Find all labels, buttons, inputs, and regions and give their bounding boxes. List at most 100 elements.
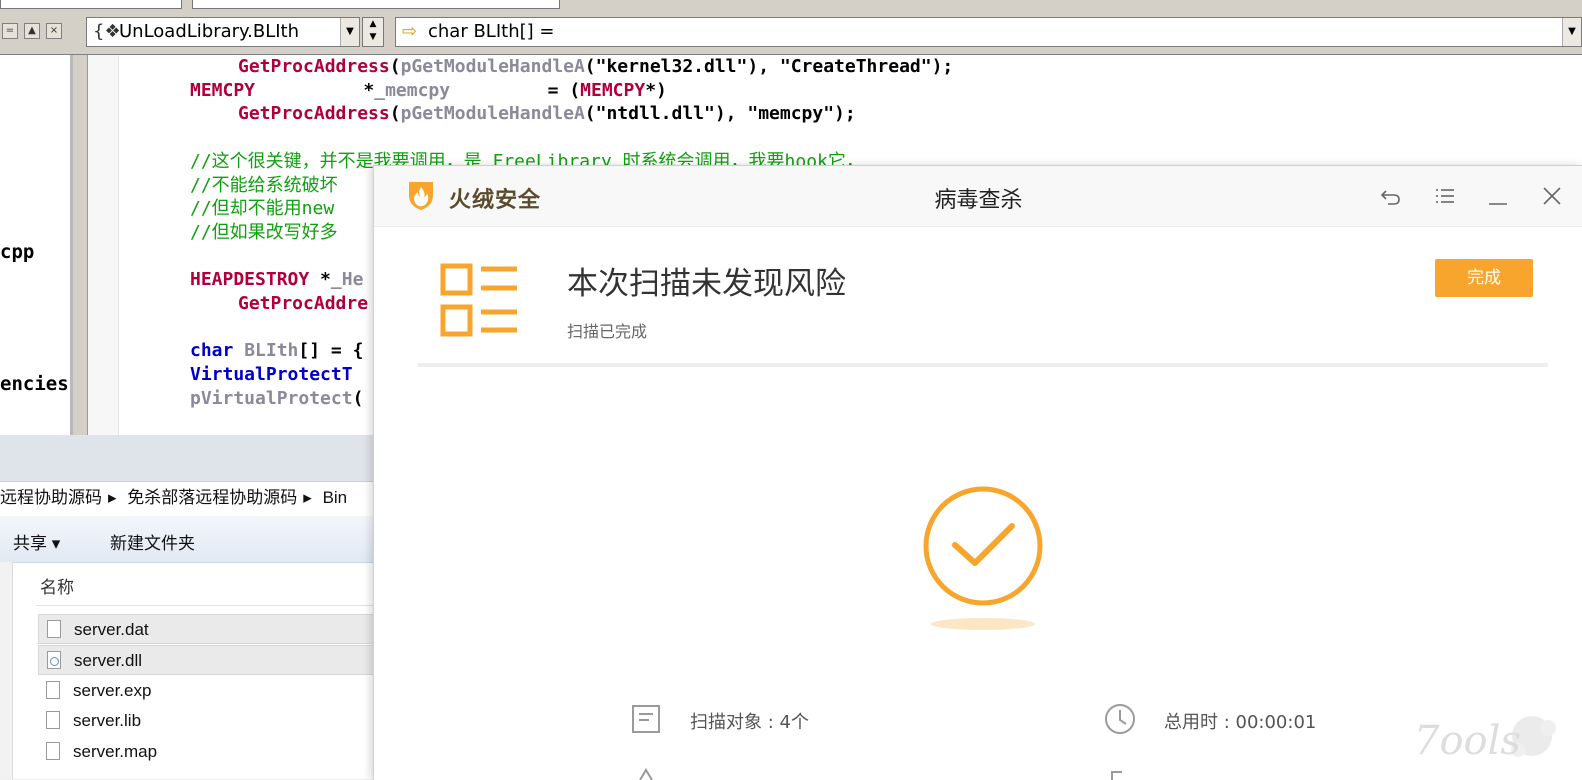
code-line[interactable]: //不能给系统破坏 xyxy=(190,175,338,197)
editor-gutter xyxy=(88,55,119,435)
code-line[interactable]: char BLIth[] = { xyxy=(190,340,363,362)
code-token: //但却不能用new xyxy=(190,198,335,220)
code-line[interactable]: GetProcAddress(pGetModuleHandleA("ntdll.… xyxy=(238,103,856,125)
code-line[interactable]: //但却不能用new xyxy=(190,198,334,220)
arrow-right-icon: ⇨ xyxy=(402,21,418,42)
code-token: VirtualProtectT xyxy=(190,364,353,386)
file-name: server.exp xyxy=(73,681,152,700)
file-row[interactable]: server.dll xyxy=(38,645,380,675)
chevron-down-icon[interactable]: ▼ xyxy=(340,18,359,46)
ide-combo-fragment xyxy=(0,0,182,9)
check-shadow xyxy=(931,618,1035,630)
file-icon xyxy=(47,620,61,638)
code-token: * xyxy=(255,79,375,101)
ide-workspace-panel: cpp encies xyxy=(0,55,73,435)
file-icon xyxy=(46,681,60,699)
code-token: * xyxy=(309,269,331,291)
code-token: //但如果改写好多 xyxy=(190,221,338,243)
code-token: pVirtualProtect xyxy=(190,387,353,409)
minimize-icon[interactable] xyxy=(1485,183,1511,209)
panel-restore-icon[interactable]: = xyxy=(2,23,18,39)
code-line[interactable]: pVirtualProtect( xyxy=(190,388,363,410)
chevron-right-icon: ▸ xyxy=(303,488,312,507)
stat-icon-partial xyxy=(1111,771,1122,780)
section-divider xyxy=(418,363,1548,367)
breadcrumb[interactable]: 远程协助源码 ▸ 免杀部落远程协助源码 ▸ Bin xyxy=(0,481,380,517)
code-token: ( xyxy=(389,103,401,125)
share-button[interactable]: 共享 ▾ xyxy=(13,529,60,554)
code-token: GetProcAddress xyxy=(238,103,390,125)
scope-combo-value: char BLIth[] = xyxy=(428,21,555,42)
dll-file-icon xyxy=(47,651,61,669)
ide-toolbar-fragment xyxy=(620,0,840,8)
code-line[interactable]: HEAPDESTROY *_He xyxy=(190,269,363,291)
back-icon[interactable] xyxy=(1378,183,1404,209)
chevron-right-icon: ▸ xyxy=(108,488,117,507)
file-explorer-window: 远程协助源码 ▸ 免杀部落远程协助源码 ▸ Bin 共享 ▾ 新建文件夹 名称 se… xyxy=(0,435,380,779)
explorer-command-bar: 共享 ▾ 新建文件夹 xyxy=(0,516,380,563)
file-row[interactable]: server.dat xyxy=(38,614,380,644)
file-name: server.dat xyxy=(74,620,149,639)
file-icon xyxy=(46,742,60,760)
check-circle-icon xyxy=(923,486,1043,606)
ide-top-strip xyxy=(0,0,1582,15)
explorer-title-bar xyxy=(0,435,380,481)
watermark-logo: 7ools xyxy=(1414,716,1556,764)
function-spinner[interactable]: ▲ ▼ xyxy=(362,17,384,47)
breadcrumb-item[interactable]: Bin xyxy=(323,488,348,507)
breadcrumb-item[interactable]: 远程协助源码 xyxy=(0,488,102,507)
code-token: MEMCPY xyxy=(580,79,646,101)
function-combo[interactable]: {❖ UnLoadLibrary.BLIth ▼ xyxy=(86,17,360,47)
panel-minimize-icon[interactable]: ▲ xyxy=(24,23,40,39)
file-row[interactable]: server.exp xyxy=(38,676,380,706)
code-token: GetProcAddress xyxy=(238,56,390,77)
code-line[interactable]: VirtualProtectT xyxy=(190,364,353,386)
close-icon[interactable] xyxy=(1539,183,1565,209)
code-token: *) xyxy=(645,79,667,101)
workspace-item-fragment[interactable]: cpp xyxy=(0,241,34,263)
new-folder-button[interactable]: 新建文件夹 xyxy=(110,529,195,554)
breadcrumb-item[interactable]: 免杀部落远程协助源码 xyxy=(127,488,297,507)
column-header-name[interactable]: 名称 xyxy=(40,573,74,598)
scan-objects-label: 扫描对象 : 4个 xyxy=(690,712,809,733)
scope-combo[interactable]: ⇨ char BLIth[] = ▼ xyxy=(395,17,1582,47)
chevron-down-icon[interactable]: ▼ xyxy=(1562,18,1581,46)
scan-result-title: 本次扫描未发现风险 xyxy=(567,266,846,302)
function-combo-value: UnLoadLibrary.BLIth xyxy=(119,21,300,42)
code-token: ("ntdll.dll"), "memcpy"); xyxy=(584,103,856,125)
code-token: ( xyxy=(352,387,364,409)
scan-time-stat: 总用时 : 00:00:01 xyxy=(1104,703,1424,737)
scan-objects-stat: 扫描对象 : 4个 xyxy=(630,703,930,737)
column-header-divider xyxy=(36,605,380,606)
navigation-pane[interactable] xyxy=(0,562,13,779)
workspace-item-fragment[interactable]: encies xyxy=(0,373,69,395)
code-line[interactable]: GetProcAddre xyxy=(238,293,368,315)
code-token: char xyxy=(190,340,234,362)
panel-close-icon[interactable]: × xyxy=(46,23,62,39)
file-row[interactable]: server.map xyxy=(38,737,380,767)
panel-window-buttons: = ▲ × xyxy=(2,20,74,42)
file-name: server.lib xyxy=(73,711,142,730)
code-line[interactable]: //但如果改写好多 xyxy=(190,222,338,244)
menu-list-icon[interactable] xyxy=(1432,183,1458,209)
code-token: pGetModuleHandleA xyxy=(400,56,585,77)
code-token: [] = { xyxy=(298,340,364,362)
done-button[interactable]: 完成 xyxy=(1435,259,1533,297)
ide-splitter[interactable] xyxy=(73,55,87,435)
code-token: _memcpy xyxy=(374,79,451,101)
class-member-icon: {❖ xyxy=(93,21,121,42)
virus-scan-dialog: 火绒安全 病毒查杀 本次扫描未发现风险 扫描已完成 完成 扫描对象: 4个 总… xyxy=(373,165,1582,780)
code-token: BLIth xyxy=(233,340,299,362)
code-line[interactable]: GetProcAddress(pGetModuleHandleA("kernel… xyxy=(238,56,953,78)
ide-combo-fragment xyxy=(192,0,560,9)
scan-report-icon xyxy=(440,263,517,337)
code-token: GetProcAddre xyxy=(238,293,369,314)
file-name: server.dll xyxy=(74,651,143,670)
stat-icon-partial xyxy=(639,768,653,780)
file-row[interactable]: server.lib xyxy=(38,706,380,736)
code-line[interactable]: MEMCPY *_memcpy = (MEMCPY*) xyxy=(190,80,667,102)
clock-icon xyxy=(1105,704,1135,734)
code-token: HEAPDESTROY xyxy=(190,269,310,291)
scan-result-subtitle: 扫描已完成 xyxy=(567,322,648,341)
code-token: pGetModuleHandleA xyxy=(400,103,585,125)
